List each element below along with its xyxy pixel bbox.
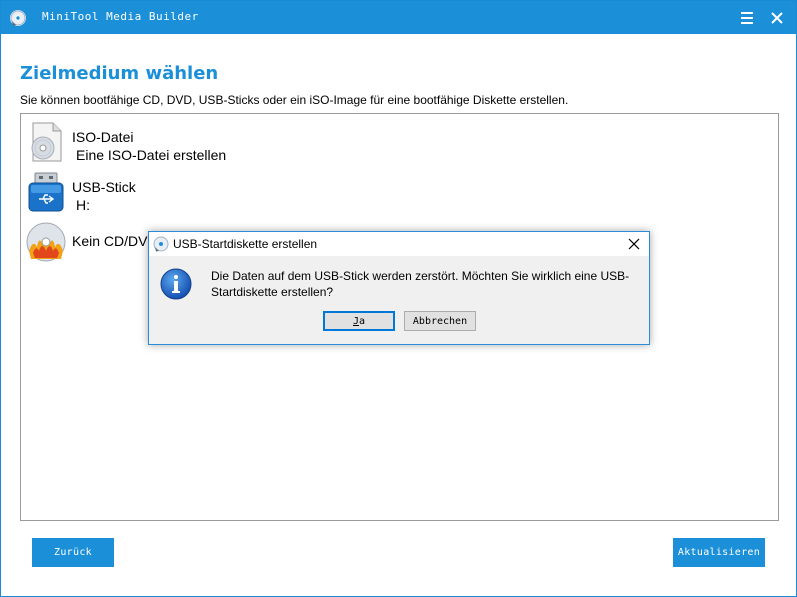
refresh-button[interactable]: Aktualisieren xyxy=(673,538,765,567)
usb-drive-icon xyxy=(28,172,64,212)
list-item-usb[interactable]: USB-Stick H: xyxy=(21,169,778,215)
back-button[interactable]: Zurück xyxy=(32,538,114,567)
yes-button[interactable]: Ja xyxy=(323,311,395,331)
close-icon[interactable] xyxy=(627,237,641,251)
close-icon[interactable] xyxy=(768,9,786,27)
page-description: Sie können bootfähige CD, DVD, USB-Stick… xyxy=(20,93,569,107)
window-title: MiniTool Media Builder xyxy=(42,10,199,23)
item-title: USB-Stick xyxy=(72,179,136,195)
confirm-dialog: USB-Startdiskette erstellen Die Daten au… xyxy=(148,231,650,345)
item-title: Kein CD/DVD xyxy=(72,233,158,249)
item-subtitle: Eine ISO-Datei erstellen xyxy=(76,147,227,163)
hamburger-icon[interactable] xyxy=(736,9,758,27)
title-bar: MiniTool Media Builder xyxy=(1,1,796,34)
main-window: MiniTool Media Builder Zielmedium wählen… xyxy=(0,0,797,597)
item-title: ISO-Datei xyxy=(72,129,134,145)
dialog-message: Die Daten auf dem USB-Stick werden zerst… xyxy=(211,269,630,299)
disc-file-icon xyxy=(31,122,62,162)
list-item-iso[interactable]: ISO-Datei Eine ISO-Datei erstellen xyxy=(21,119,778,165)
app-logo-icon xyxy=(153,236,169,252)
dialog-title: USB-Startdiskette erstellen xyxy=(173,237,318,251)
info-icon xyxy=(160,268,192,300)
dialog-title-bar: USB-Startdiskette erstellen xyxy=(149,232,649,256)
cancel-button[interactable]: Abbrechen xyxy=(404,311,476,331)
item-subtitle: H: xyxy=(76,197,90,213)
app-logo-icon xyxy=(10,10,26,26)
burning-disc-icon xyxy=(26,222,66,262)
page-title: Zielmedium wählen xyxy=(20,63,219,84)
